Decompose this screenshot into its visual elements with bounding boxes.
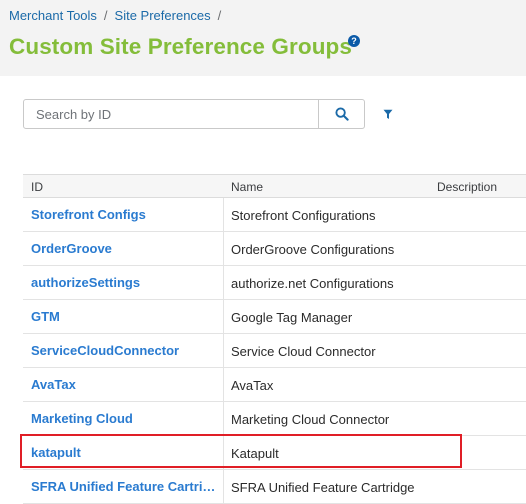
page-header: Merchant Tools / Site Preferences / Custom … — [0, 0, 526, 76]
row-name: AvaTax — [231, 378, 274, 393]
row-name: Katapult — [231, 446, 279, 461]
column-divider — [223, 300, 224, 333]
column-header-description[interactable]: Description — [437, 180, 497, 194]
table-row[interactable]: Storefront Configs Storefront Configurat… — [23, 198, 526, 232]
table-row[interactable]: authorizeSettings authorize.net Configur… — [23, 266, 526, 300]
column-divider — [223, 436, 224, 469]
table-row[interactable]: AvaTax AvaTax — [23, 368, 526, 402]
breadcrumb-separator: / — [217, 8, 222, 23]
breadcrumb-site-preferences[interactable]: Site Preferences — [115, 8, 211, 23]
table-row[interactable]: OrderGroove OrderGroove Configurations — [23, 232, 526, 266]
row-id-link[interactable]: GTM — [31, 309, 60, 324]
row-name: Storefront Configurations — [231, 208, 376, 223]
breadcrumb-merchant-tools[interactable]: Merchant Tools — [9, 8, 97, 23]
column-divider — [223, 266, 224, 299]
column-divider — [223, 368, 224, 401]
filter-button[interactable] — [380, 106, 396, 122]
row-name: authorize.net Configurations — [231, 276, 394, 291]
row-id-link[interactable]: OrderGroove — [31, 241, 112, 256]
table-row[interactable]: Marketing Cloud Marketing Cloud Connecto… — [23, 402, 526, 436]
row-name: Marketing Cloud Connector — [231, 412, 390, 427]
column-header-id[interactable]: ID — [31, 180, 43, 194]
column-divider — [223, 470, 224, 503]
row-id-link[interactable]: SFRA Unified Feature Cartri… — [31, 479, 215, 494]
filter-icon — [383, 109, 393, 119]
search-input[interactable] — [23, 99, 319, 129]
row-id-link[interactable]: katapult — [31, 445, 81, 460]
column-divider — [223, 232, 224, 265]
help-icon[interactable]: ? — [348, 35, 360, 47]
breadcrumb: Merchant Tools / Site Preferences / — [9, 8, 228, 23]
row-id-link[interactable]: authorizeSettings — [31, 275, 140, 290]
search-icon — [334, 107, 349, 121]
column-divider — [223, 198, 224, 231]
row-name: Google Tag Manager — [231, 310, 353, 325]
search-button[interactable] — [319, 99, 365, 129]
table-row[interactable]: ServiceCloudConnector Service Cloud Conn… — [23, 334, 526, 368]
table-row[interactable]: GTM Google Tag Manager — [23, 300, 526, 334]
row-name: OrderGroove Configurations — [231, 242, 395, 257]
row-id-link[interactable]: ServiceCloudConnector — [31, 343, 179, 358]
row-id-link[interactable]: Storefront Configs — [31, 207, 146, 222]
page-title: Custom Site Preference Groups — [9, 34, 352, 59]
table-row[interactable]: SFRA Unified Feature Cartri… SFRA Unifie… — [23, 470, 526, 504]
table-row[interactable]: katapult Katapult — [23, 436, 526, 470]
preference-groups-table: ID Name Description Storefront Configs S… — [23, 174, 526, 504]
row-name: Service Cloud Connector — [231, 344, 376, 359]
row-id-link[interactable]: Marketing Cloud — [31, 411, 133, 426]
column-divider — [223, 334, 224, 367]
row-name: SFRA Unified Feature Cartridge — [231, 480, 415, 495]
breadcrumb-separator: / — [103, 8, 108, 23]
table-header: ID Name Description — [23, 174, 526, 198]
column-header-name[interactable]: Name — [231, 180, 263, 194]
column-divider — [223, 402, 224, 435]
row-id-link[interactable]: AvaTax — [31, 377, 76, 392]
